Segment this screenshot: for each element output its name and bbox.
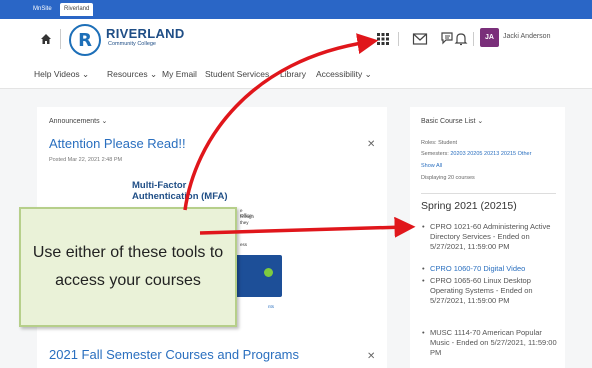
arrow-to-grid-icon [183, 33, 379, 211]
arrow-to-course-list [199, 216, 416, 238]
annotation-arrows [183, 33, 416, 238]
